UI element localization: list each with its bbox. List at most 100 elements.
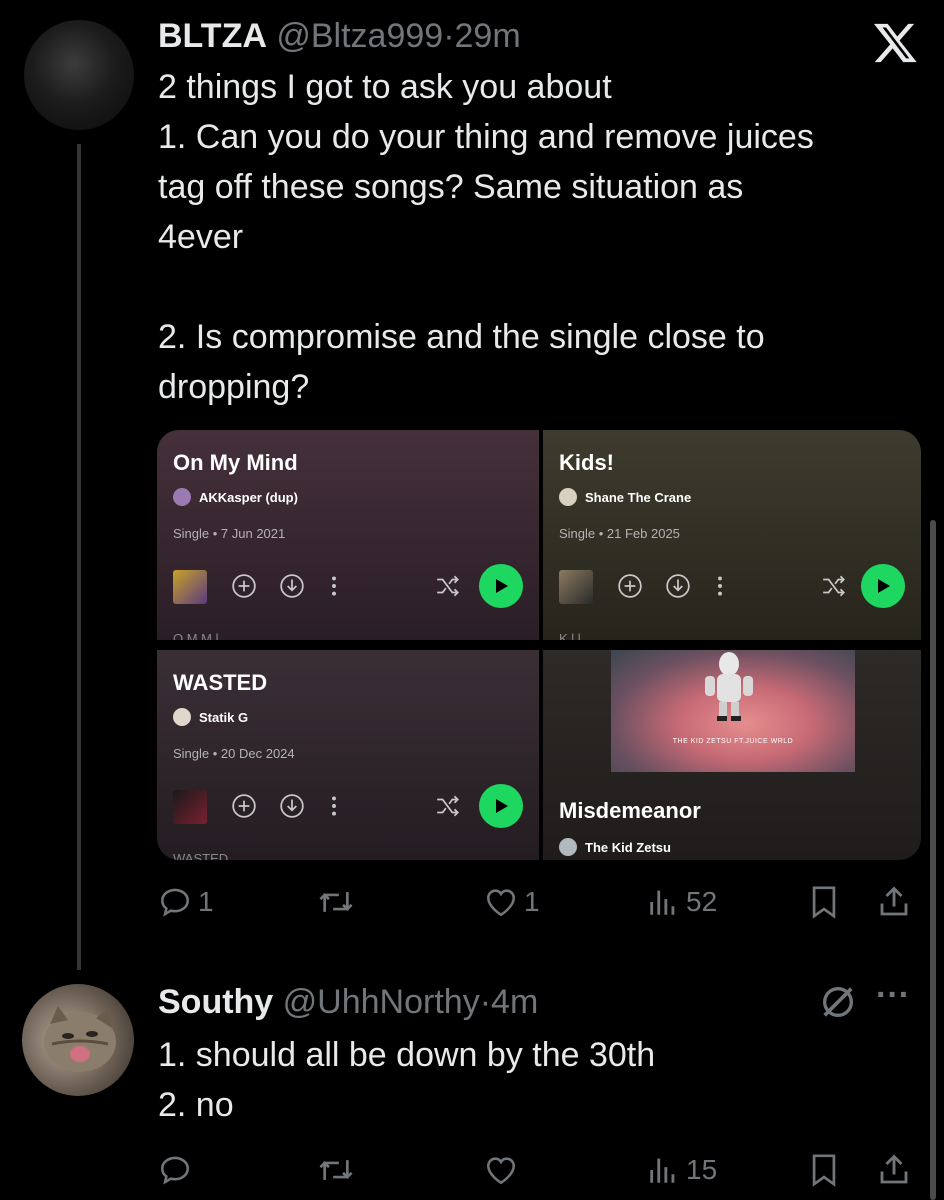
separator-dot: · [443, 17, 455, 55]
retweet-button[interactable] [316, 882, 356, 922]
album-thumbnail [173, 790, 207, 824]
post-header: BLTZA @Bltza999·29m [158, 16, 521, 56]
like-button[interactable] [484, 1150, 518, 1190]
post-line: 1. Can you do your thing and remove juic… [158, 118, 814, 156]
like-icon [486, 889, 516, 917]
truncated-title: O M M l [173, 631, 219, 640]
retweet-button[interactable] [316, 1150, 356, 1190]
avatar-bltza[interactable] [24, 20, 134, 130]
bookmark-button[interactable] [808, 1150, 840, 1190]
post-line: tag off these songs? Same situation as [158, 168, 744, 206]
add-icon[interactable] [617, 566, 643, 606]
track-artist: The Kid Zetsu [559, 838, 671, 856]
x-logo-icon [873, 23, 917, 63]
download-icon[interactable] [279, 786, 305, 826]
share-button[interactable] [876, 882, 912, 922]
reply-actions: 15 [158, 1150, 918, 1190]
scrollbar[interactable] [930, 520, 936, 1200]
track-artist: Shane The Crane [559, 488, 691, 506]
display-name[interactable]: BLTZA [158, 17, 267, 55]
add-icon[interactable] [231, 566, 257, 606]
astronaut-icon [705, 652, 753, 721]
post-line: 4ever [158, 218, 244, 256]
album-cover: THE KID ZETSU FT.JUICE WRLD [611, 650, 855, 772]
album-thumbnail [173, 570, 207, 604]
reply-line: 1. should all be down by the 30th [158, 1036, 656, 1074]
play-icon[interactable] [479, 564, 523, 608]
kebab-icon[interactable] [329, 786, 339, 826]
kitten-icon [44, 1006, 116, 1072]
more-icon[interactable]: ··· [876, 976, 910, 1015]
post-line: dropping? [158, 368, 310, 406]
bookmark-icon [812, 1154, 836, 1187]
bookmark-icon [812, 886, 836, 919]
reply-button[interactable]: 1 [158, 882, 214, 922]
media-item-wasted[interactable]: WASTED Statik G Single • 20 Dec 2024 WAS… [157, 650, 539, 860]
track-title: WASTED [173, 670, 268, 695]
artist-avatar [173, 708, 191, 726]
avatar-southy[interactable] [22, 984, 134, 1096]
post-line [158, 262, 814, 312]
track-controls [559, 564, 905, 608]
views-icon [650, 890, 675, 915]
post-time[interactable]: 29m [455, 17, 521, 55]
reply-icon [160, 888, 190, 917]
like-icon [486, 1157, 516, 1185]
display-name[interactable]: Southy [158, 983, 273, 1021]
thread-line [77, 144, 81, 970]
download-icon[interactable] [279, 566, 305, 606]
track-controls [173, 564, 523, 608]
download-icon[interactable] [665, 566, 691, 606]
post-time[interactable]: 4m [491, 983, 538, 1021]
reply-header: Southy @UhhNorthy·4m [158, 982, 538, 1022]
handle[interactable]: @Bltza999 [276, 17, 443, 55]
media-item-kids[interactable]: Kids! Shane The Crane Single • 21 Feb 20… [543, 430, 921, 640]
share-button[interactable] [876, 1150, 912, 1190]
views-icon [650, 1158, 675, 1183]
reply-count: 1 [198, 886, 214, 917]
cover-caption: THE KID ZETSU FT.JUICE WRLD [672, 738, 794, 745]
track-title: Misdemeanor [559, 798, 701, 823]
track-meta: Single • 7 Jun 2021 [173, 526, 286, 541]
artist-avatar [559, 838, 577, 856]
views-button[interactable]: 15 [646, 1150, 717, 1190]
shuffle-icon[interactable] [435, 786, 461, 826]
reply-button[interactable] [158, 1150, 192, 1190]
bookmark-button[interactable] [808, 882, 840, 922]
handle[interactable]: @UhhNorthy [283, 983, 480, 1021]
like-count: 1 [524, 886, 540, 917]
artist-avatar [559, 488, 577, 506]
post-text: 2 things I got to ask you about 1. Can y… [158, 62, 814, 412]
media-grid[interactable]: On My Mind AKKasper (dup) Single • 7 Jun… [157, 430, 921, 860]
track-title: On My Mind [173, 450, 298, 475]
retweet-icon [319, 1160, 353, 1180]
track-title: Kids! [559, 450, 614, 475]
post-line: 2. Is compromise and the single close to [158, 318, 765, 356]
add-icon[interactable] [231, 786, 257, 826]
reply-icon [160, 1156, 190, 1185]
track-meta: Single • 21 Feb 2025 [559, 526, 680, 541]
post-line: 2 things I got to ask you about [158, 68, 612, 106]
separator-dot: · [479, 983, 492, 1021]
grok-icon[interactable] [818, 982, 858, 1022]
shuffle-icon[interactable] [821, 566, 847, 606]
track-artist: AKKasper (dup) [173, 488, 298, 506]
shuffle-icon[interactable] [435, 566, 461, 606]
artist-avatar [173, 488, 191, 506]
share-icon [880, 886, 908, 916]
share-icon [880, 1154, 908, 1184]
like-button[interactable]: 1 [484, 882, 540, 922]
track-artist: Statik G [173, 708, 248, 726]
track-meta: Single • 20 Dec 2024 [173, 746, 295, 761]
views-button[interactable]: 52 [646, 882, 717, 922]
media-item-misdemeanor[interactable]: THE KID ZETSU FT.JUICE WRLD Misdemeanor … [543, 650, 921, 860]
views-count: 52 [686, 886, 718, 917]
media-item-on-my-mind[interactable]: On My Mind AKKasper (dup) Single • 7 Jun… [157, 430, 539, 640]
kebab-icon[interactable] [715, 566, 725, 606]
play-icon[interactable] [479, 784, 523, 828]
kebab-icon[interactable] [329, 566, 339, 606]
post-actions: 1 1 52 [158, 882, 918, 922]
play-icon[interactable] [861, 564, 905, 608]
views-count: 15 [686, 1154, 718, 1185]
truncated-title: WASTED [173, 851, 229, 860]
